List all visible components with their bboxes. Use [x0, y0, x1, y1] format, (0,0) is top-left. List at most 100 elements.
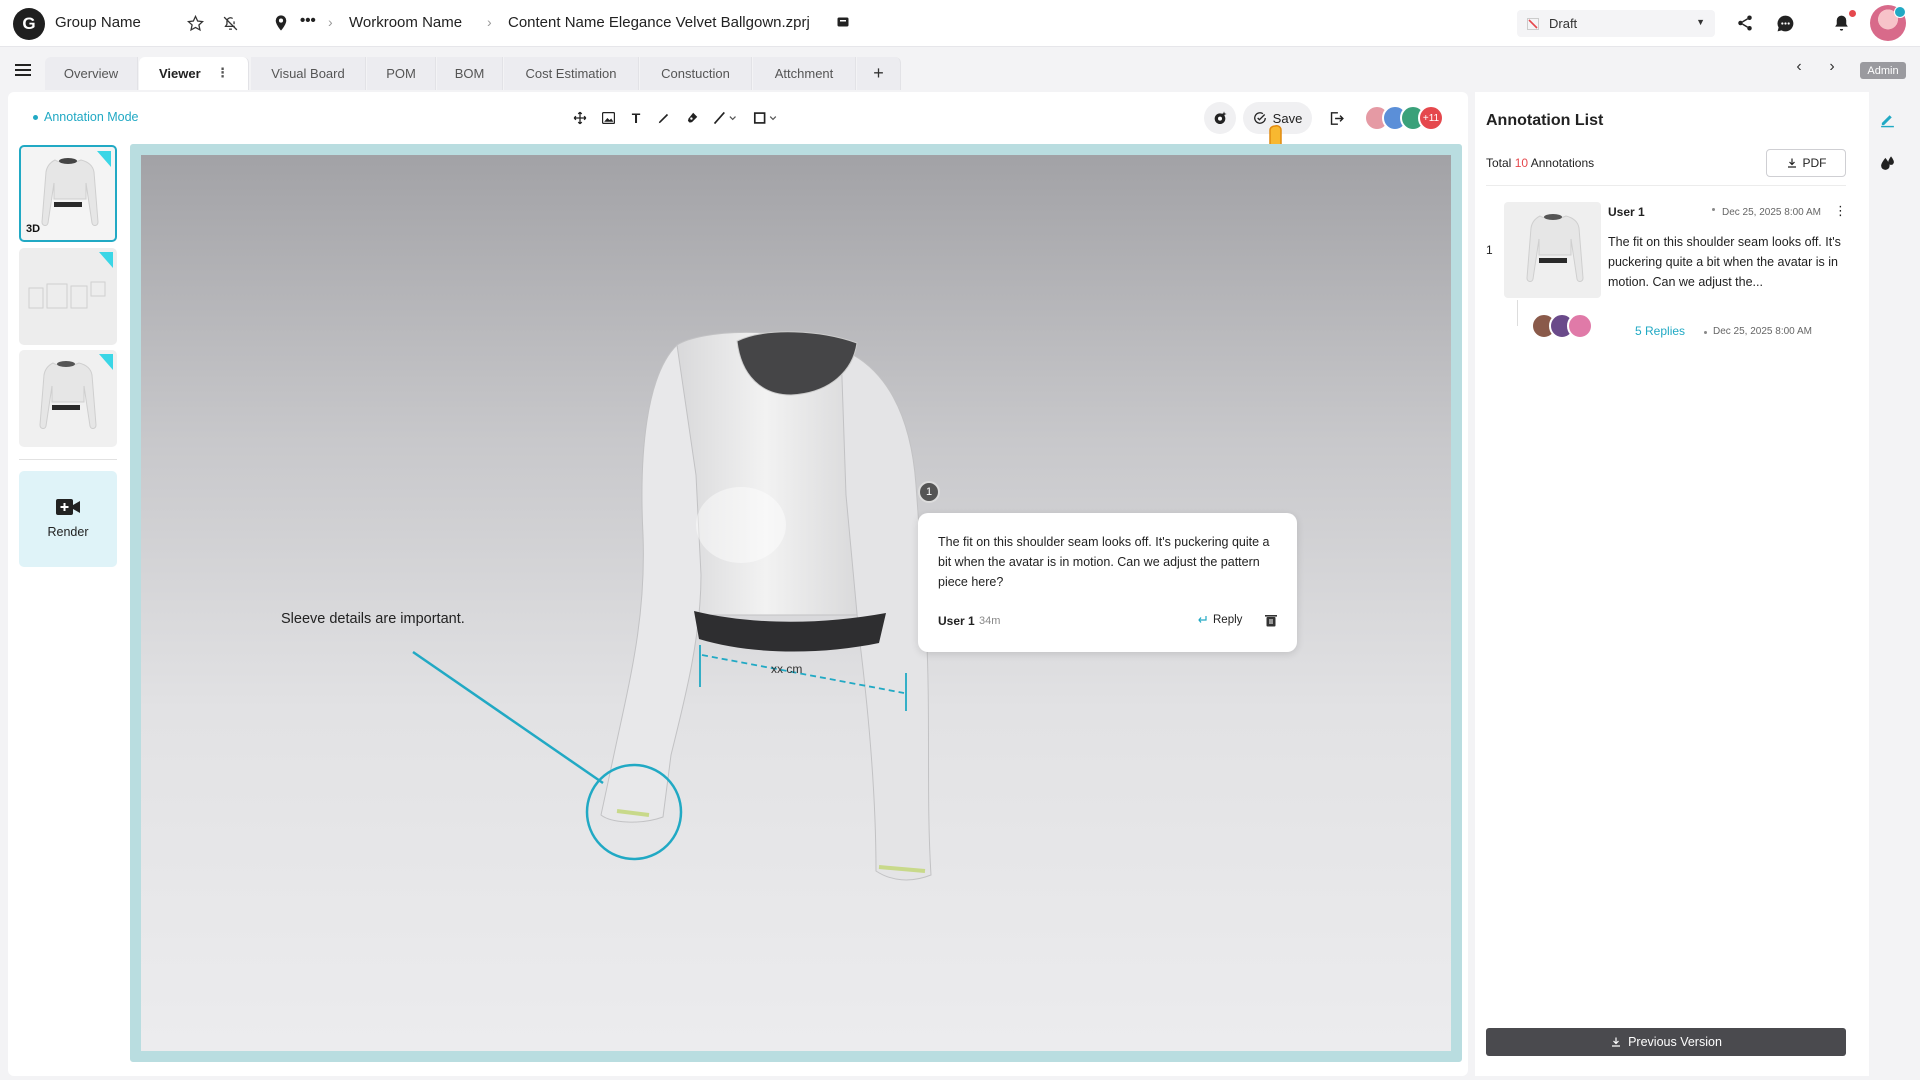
tab-construction[interactable]: Constuction — [640, 57, 752, 90]
collaborator-avatars[interactable]: +11 — [1364, 105, 1454, 131]
total-suffix: Annotations — [1530, 156, 1595, 170]
thumbnail-divider — [19, 459, 117, 460]
breadcrumb-separator: › — [487, 14, 492, 30]
total-prefix: Total — [1486, 156, 1512, 170]
separator-dot — [1712, 208, 1715, 211]
annotation-date: Dec 25, 2025 8:00 AM — [1722, 207, 1821, 218]
measurement-label: xx cm — [771, 662, 803, 676]
tab-overview[interactable]: Overview — [45, 57, 138, 90]
move-icon[interactable] — [572, 110, 588, 126]
thumbnail-corner-flag — [99, 252, 113, 268]
breadcrumb-workroom[interactable]: Workroom Name — [349, 14, 462, 31]
role-badge: Admin — [1860, 62, 1906, 79]
replies-link[interactable]: 5 Replies — [1635, 324, 1685, 338]
tab-pom[interactable]: POM — [367, 57, 436, 90]
tab-viewer-label: Viewer — [159, 66, 201, 81]
thumbnail-label: 3D — [26, 223, 41, 235]
annotation-index: 1 — [1486, 243, 1493, 257]
annotation-author: User 1 — [1608, 205, 1645, 219]
more-options-icon[interactable]: ⋮ — [1834, 203, 1847, 219]
app-logo[interactable]: G — [13, 8, 45, 40]
render-button[interactable]: Render — [19, 471, 117, 567]
annotation-text: The fit on this shoulder seam looks off.… — [1608, 235, 1841, 289]
text-icon[interactable]: T — [628, 110, 644, 126]
side-rail — [1869, 92, 1920, 1076]
status-label: Draft — [1549, 16, 1578, 31]
file-icon[interactable] — [836, 15, 850, 29]
tab-cost-estimation[interactable]: Cost Estimation — [504, 57, 639, 90]
tab-viewer[interactable]: Viewer ⋮ — [139, 57, 249, 90]
bell-off-icon[interactable] — [221, 14, 239, 32]
tab-attachment[interactable]: Attchment — [753, 57, 856, 90]
annotation-mode-indicator[interactable]: Annotation Mode — [33, 110, 139, 124]
location-pin-icon — [273, 14, 289, 32]
collaborator-overflow-count: +11 — [1418, 105, 1444, 131]
delete-icon[interactable] — [1265, 614, 1277, 632]
annotation-comment-popup: The fit on this shoulder seam looks off.… — [918, 513, 1297, 652]
thumbnail-front[interactable] — [19, 350, 117, 447]
status-draft-icon — [1527, 17, 1539, 30]
chevron-down-icon: ▼ — [1696, 17, 1705, 27]
garment-thumbnail-image — [41, 158, 99, 226]
top-bar: G Group Name ••• › Workroom Name › Conte… — [0, 0, 1920, 47]
sleeve-annotation-text[interactable]: Sleeve details are important. — [281, 611, 465, 627]
image-icon[interactable] — [600, 110, 616, 126]
edit-pen-icon[interactable] — [1878, 110, 1896, 128]
previous-version-button[interactable]: Previous Version — [1486, 1028, 1846, 1056]
chevron-left-icon[interactable]: ‹ — [1792, 58, 1806, 75]
reply-avatar — [1567, 313, 1593, 339]
garment-thumbnail-image — [1526, 214, 1584, 282]
reply-button[interactable]: Reply — [1196, 614, 1242, 626]
list-divider — [1486, 185, 1846, 186]
marker-icon[interactable] — [684, 110, 700, 126]
color-drops-icon[interactable] — [1878, 154, 1896, 172]
chat-icon[interactable] — [1775, 13, 1795, 33]
annotation-marker[interactable]: 1 — [918, 481, 940, 503]
rectangle-tool-dropdown[interactable] — [752, 110, 780, 126]
line-tool-dropdown[interactable] — [712, 110, 738, 126]
star-icon[interactable] — [186, 14, 204, 32]
thread-line — [1517, 300, 1518, 326]
thumbnail-corner-flag — [99, 354, 113, 370]
tab-visual-board[interactable]: Visual Board — [251, 57, 366, 90]
reply-avatars — [1531, 313, 1603, 339]
separator-dot — [1704, 331, 1707, 334]
add-tab-button[interactable]: + — [857, 57, 901, 90]
notification-dot — [1849, 10, 1856, 17]
download-icon — [1786, 157, 1798, 169]
thumbnail-3d[interactable]: 3D — [19, 145, 117, 242]
share-icon[interactable] — [1735, 13, 1755, 33]
tab-options-icon[interactable]: ⋮ — [216, 65, 229, 81]
exit-annotation-button[interactable] — [1320, 102, 1352, 134]
pdf-label: PDF — [1802, 156, 1827, 170]
previous-version-label: Previous Version — [1628, 1035, 1722, 1049]
annotation-list-title: Annotation List — [1486, 112, 1604, 129]
download-icon — [1610, 1036, 1622, 1048]
export-pdf-button[interactable]: PDF — [1766, 149, 1846, 177]
notification-bell-icon[interactable] — [1831, 13, 1851, 33]
breadcrumb-content-name[interactable]: Content Name Elegance Velvet Ballgown.zp… — [508, 14, 810, 31]
chevron-right-icon[interactable]: › — [1825, 58, 1839, 75]
replies-date: Dec 25, 2025 8:00 AM — [1713, 326, 1812, 337]
tab-bom[interactable]: BOM — [437, 57, 503, 90]
total-count: 10 — [1514, 156, 1529, 170]
reply-arrow-icon — [1196, 614, 1208, 626]
avatar-status-badge — [1894, 6, 1906, 18]
breadcrumb-separator: › — [328, 14, 333, 30]
render-label: Render — [47, 525, 89, 539]
group-name[interactable]: Group Name — [55, 14, 141, 31]
annotation-thumbnail — [1504, 202, 1601, 298]
tab-bar: Overview Viewer ⋮ Visual Board POM BOM C… — [0, 48, 1920, 90]
pattern-thumbnail-image — [28, 281, 106, 309]
hamburger-menu-icon[interactable] — [14, 63, 32, 77]
annotation-total: Total 10 Annotations — [1486, 156, 1594, 170]
ai-assist-button[interactable] — [1204, 102, 1236, 134]
video-add-icon — [56, 498, 80, 521]
status-dropdown[interactable]: Draft ▼ — [1517, 10, 1715, 37]
breadcrumb-more[interactable]: ••• — [300, 12, 316, 29]
annotation-mode-label: Annotation Mode — [44, 110, 139, 124]
thumbnail-pattern[interactable] — [19, 248, 117, 345]
comment-time: 34m — [979, 615, 1001, 627]
comment-author: User 1 — [938, 614, 975, 628]
pen-icon[interactable] — [656, 110, 672, 126]
